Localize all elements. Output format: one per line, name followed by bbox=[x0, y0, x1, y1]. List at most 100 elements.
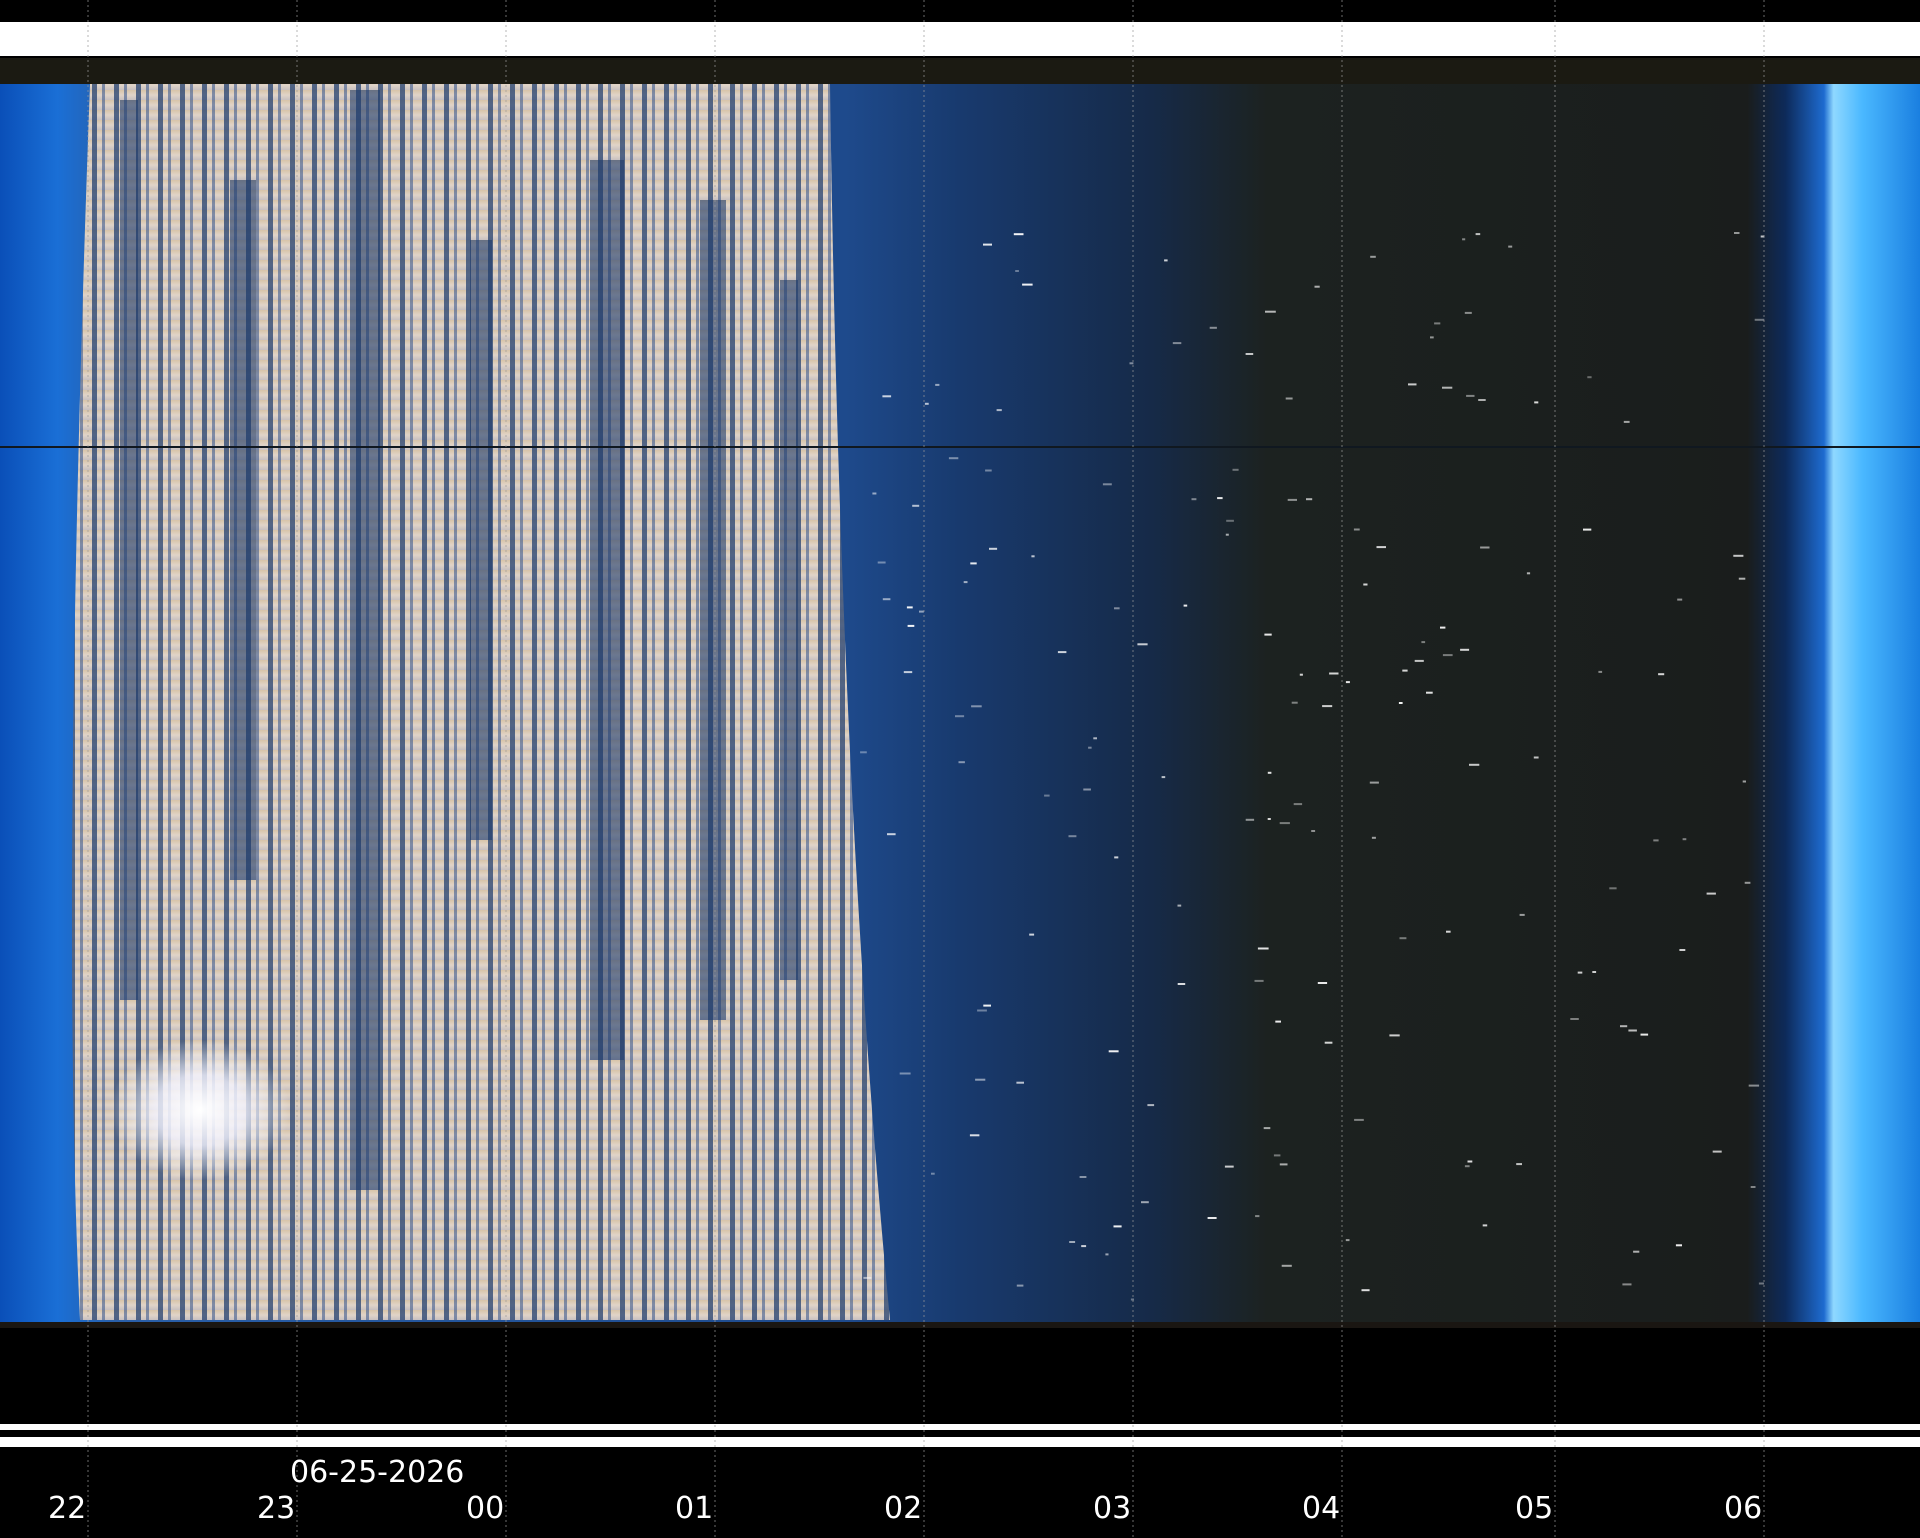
hour-label: 02 bbox=[884, 1491, 922, 1526]
hour-axis: 22 23 00 01 02 03 04 05 06 bbox=[48, 1491, 1762, 1526]
star bbox=[1232, 468, 1239, 471]
bottom-white-band-2 bbox=[0, 1437, 1920, 1447]
star bbox=[1068, 835, 1077, 838]
star bbox=[1446, 930, 1451, 933]
star bbox=[1712, 1150, 1722, 1153]
star bbox=[882, 395, 892, 398]
star bbox=[1640, 1033, 1649, 1036]
star bbox=[1570, 1018, 1579, 1020]
star bbox=[1273, 1154, 1281, 1157]
star bbox=[1093, 737, 1097, 740]
star bbox=[1345, 1239, 1350, 1242]
star bbox=[1370, 255, 1376, 258]
star bbox=[1114, 856, 1119, 859]
star bbox=[1421, 641, 1426, 644]
star bbox=[1264, 633, 1272, 636]
star bbox=[1016, 1284, 1024, 1287]
star bbox=[912, 504, 920, 507]
star bbox=[1113, 1225, 1122, 1228]
star bbox=[1177, 983, 1186, 985]
hour-label: 00 bbox=[466, 1491, 504, 1526]
star bbox=[1345, 681, 1350, 684]
star bbox=[958, 761, 965, 764]
star bbox=[1287, 498, 1297, 501]
star bbox=[1265, 310, 1276, 313]
star bbox=[1464, 1165, 1470, 1168]
star bbox=[1130, 1298, 1134, 1301]
star bbox=[935, 383, 940, 386]
star bbox=[1371, 836, 1376, 839]
star bbox=[1254, 979, 1264, 982]
star bbox=[1675, 1244, 1682, 1247]
star bbox=[1299, 673, 1303, 676]
star bbox=[1324, 1041, 1333, 1044]
moon-glow bbox=[110, 1040, 290, 1180]
keogram-image bbox=[0, 58, 1920, 1328]
star bbox=[1114, 607, 1120, 610]
star bbox=[1226, 519, 1234, 522]
star bbox=[1361, 1289, 1370, 1292]
star bbox=[1434, 322, 1441, 325]
star bbox=[1464, 311, 1472, 314]
star bbox=[1369, 781, 1379, 784]
star bbox=[1031, 555, 1035, 558]
star bbox=[1291, 701, 1298, 704]
star bbox=[1311, 830, 1316, 832]
star bbox=[919, 610, 924, 613]
star bbox=[1508, 245, 1513, 248]
star bbox=[1653, 839, 1659, 842]
star bbox=[1592, 971, 1597, 973]
star bbox=[1217, 497, 1223, 500]
star bbox=[1658, 673, 1665, 676]
star bbox=[1430, 336, 1434, 339]
star bbox=[1750, 1186, 1756, 1188]
star bbox=[1102, 483, 1112, 486]
star bbox=[882, 598, 891, 601]
star bbox=[1224, 1165, 1234, 1168]
star bbox=[1306, 498, 1313, 501]
star bbox=[1534, 401, 1539, 404]
hour-label: 23 bbox=[257, 1491, 295, 1526]
star bbox=[1105, 1253, 1109, 1256]
star bbox=[1469, 763, 1480, 766]
hour-label: 05 bbox=[1515, 1491, 1553, 1526]
star bbox=[1293, 803, 1303, 806]
star bbox=[1255, 1215, 1260, 1218]
star bbox=[906, 606, 913, 609]
star bbox=[863, 1276, 872, 1279]
star bbox=[1129, 362, 1134, 365]
star bbox=[1460, 648, 1470, 651]
star bbox=[1317, 982, 1328, 984]
star bbox=[1245, 818, 1255, 821]
star bbox=[899, 1072, 911, 1075]
star bbox=[1399, 937, 1407, 940]
star bbox=[1164, 259, 1168, 262]
star bbox=[1467, 1160, 1473, 1163]
date-label: 06-25-2026 bbox=[290, 1455, 464, 1490]
hour-label: 04 bbox=[1302, 1491, 1340, 1526]
star bbox=[970, 562, 977, 565]
star bbox=[983, 1004, 991, 1007]
star bbox=[1161, 776, 1166, 779]
star bbox=[1526, 572, 1531, 575]
star bbox=[1733, 554, 1744, 557]
star bbox=[1083, 788, 1091, 791]
star bbox=[1015, 270, 1019, 272]
star bbox=[1275, 1020, 1281, 1023]
hour-label: 03 bbox=[1093, 1491, 1131, 1526]
star bbox=[1263, 1127, 1271, 1130]
star bbox=[1633, 1250, 1640, 1253]
star bbox=[1442, 386, 1453, 389]
star bbox=[1475, 233, 1481, 236]
star bbox=[1408, 383, 1417, 386]
star bbox=[1137, 643, 1148, 646]
star bbox=[1620, 1025, 1628, 1028]
star bbox=[1533, 756, 1539, 759]
star bbox=[1081, 1245, 1087, 1248]
star bbox=[963, 581, 968, 584]
star bbox=[1245, 353, 1254, 355]
star bbox=[985, 469, 992, 472]
star bbox=[1402, 669, 1408, 672]
star bbox=[903, 671, 913, 674]
star bbox=[1623, 420, 1630, 423]
